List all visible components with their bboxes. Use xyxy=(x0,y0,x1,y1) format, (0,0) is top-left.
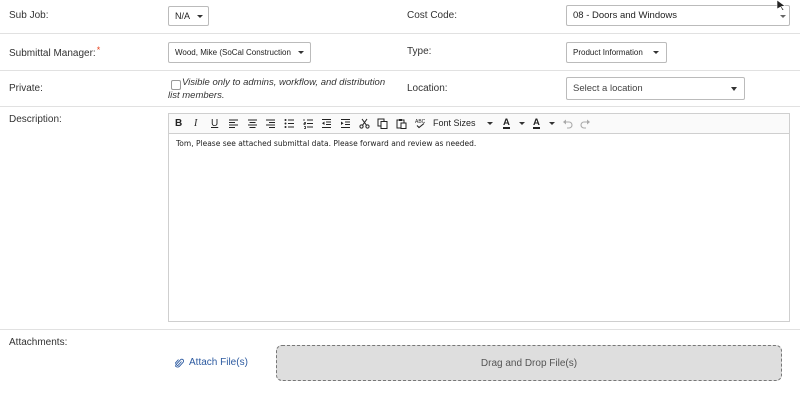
undo-icon[interactable] xyxy=(562,118,573,129)
spellcheck-icon[interactable]: ABC xyxy=(415,118,426,129)
cut-icon[interactable] xyxy=(359,118,370,129)
paste-icon[interactable] xyxy=(396,118,407,129)
type-value: Product Information xyxy=(573,48,643,57)
sub-job-value: N/A xyxy=(175,11,191,21)
bold-button[interactable]: B xyxy=(175,118,182,129)
background-color-button[interactable]: A xyxy=(533,118,540,129)
cost-code-select[interactable]: 08 - Doors and Windows xyxy=(566,5,790,26)
attachments-label: Attachments: xyxy=(9,337,68,348)
attach-files-label: Attach File(s) xyxy=(189,357,248,368)
rich-text-editor[interactable]: B I U ABC Font Sizes A A Tom, Please see… xyxy=(168,113,790,322)
cost-code-value: 08 - Doors and Windows xyxy=(573,10,678,21)
type-label: Type: xyxy=(407,46,432,57)
copy-icon[interactable] xyxy=(377,118,388,129)
divider xyxy=(0,70,800,71)
mouse-cursor-icon xyxy=(776,0,786,10)
font-sizes-dropdown[interactable]: Font Sizes xyxy=(433,118,476,129)
chevron-down-icon xyxy=(298,51,304,54)
required-indicator: * xyxy=(96,45,101,55)
submittal-manager-select[interactable]: Wood, Mike (SoCal Construction) xyxy=(168,42,311,63)
chevron-down-icon xyxy=(197,15,203,18)
paperclip-icon xyxy=(175,358,184,367)
divider xyxy=(0,106,800,107)
divider xyxy=(0,33,800,34)
numbered-list-icon[interactable] xyxy=(303,118,314,129)
align-left-icon[interactable] xyxy=(228,118,239,129)
dropzone-label: Drag and Drop File(s) xyxy=(480,357,578,369)
underline-button[interactable]: U xyxy=(211,118,218,129)
editor-content[interactable]: Tom, Please see attached submittal data.… xyxy=(176,139,476,148)
location-select[interactable]: Select a location xyxy=(566,77,745,100)
italic-button[interactable]: I xyxy=(194,118,197,129)
cost-code-label: Cost Code: xyxy=(407,10,458,21)
indent-icon[interactable] xyxy=(340,118,351,129)
private-label: Private: xyxy=(9,83,43,94)
divider xyxy=(0,329,800,330)
text-color-button[interactable]: A xyxy=(503,118,510,129)
chevron-down-icon xyxy=(549,122,555,125)
submittal-manager-label: Submittal Manager:* xyxy=(9,45,101,59)
outdent-icon[interactable] xyxy=(321,118,332,129)
chevron-down-icon xyxy=(780,15,786,18)
type-select[interactable]: Product Information xyxy=(566,42,667,63)
location-label: Location: xyxy=(407,83,448,94)
chevron-down-icon xyxy=(653,51,659,54)
attach-files-link[interactable]: Attach File(s) xyxy=(175,357,248,368)
bullet-list-icon[interactable] xyxy=(284,118,295,129)
description-label: Description: xyxy=(9,114,62,125)
align-right-icon[interactable] xyxy=(265,118,276,129)
editor-toolbar: B I U ABC Font Sizes A A xyxy=(169,114,789,134)
sub-job-label: Sub Job: xyxy=(9,10,49,21)
chevron-down-icon xyxy=(519,122,525,125)
chevron-down-icon xyxy=(487,122,493,125)
sub-job-select[interactable]: N/A xyxy=(168,6,209,26)
location-placeholder: Select a location xyxy=(573,83,643,94)
submittal-manager-value: Wood, Mike (SoCal Construction) xyxy=(175,48,291,57)
redo-icon[interactable] xyxy=(580,118,591,129)
align-center-icon[interactable] xyxy=(247,118,258,129)
chevron-down-icon xyxy=(731,87,737,91)
private-checkbox-text: Visible only to admins, workflow, and di… xyxy=(168,77,386,101)
submittal-manager-label-text: Submittal Manager: xyxy=(9,48,96,59)
file-dropzone[interactable]: Drag and Drop File(s) xyxy=(276,345,782,381)
